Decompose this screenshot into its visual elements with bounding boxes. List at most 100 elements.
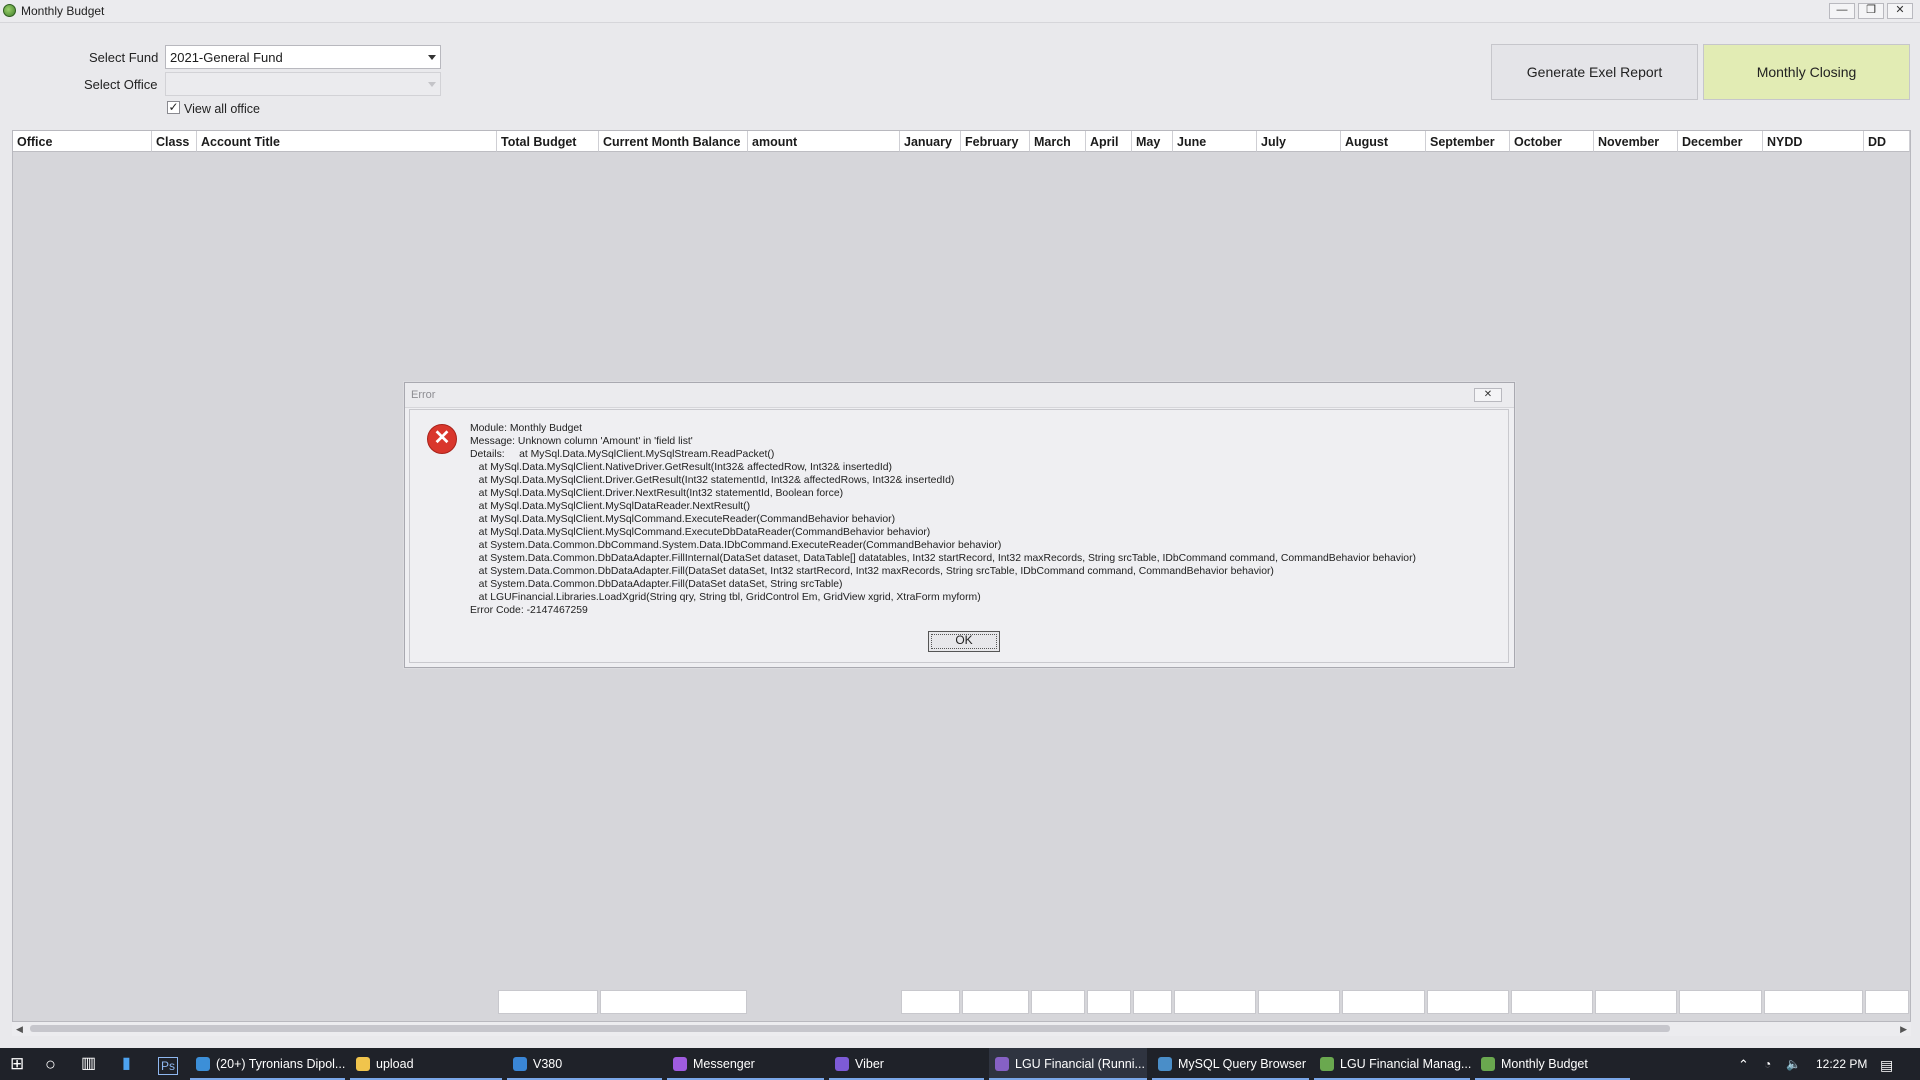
taskbar-item[interactable]: Monthly Budget [1475, 1048, 1630, 1080]
footer-summary-cell [1595, 990, 1677, 1014]
scrollbar-thumb[interactable] [30, 1025, 1670, 1032]
taskbar-item[interactable]: LGU Financial Manag... [1314, 1048, 1471, 1080]
taskbar-item-label: LGU Financial (Runni... [1015, 1057, 1145, 1071]
photoshop-icon[interactable]: Ps [158, 1057, 179, 1075]
taskbar-item[interactable]: upload [350, 1048, 502, 1080]
taskbar-item-label: Monthly Budget [1501, 1057, 1588, 1071]
column-header[interactable]: April [1086, 131, 1132, 152]
taskbar-item[interactable]: Messenger [667, 1048, 824, 1080]
error-message-line: at MySql.Data.MySqlClient.Driver.GetResu… [470, 475, 955, 486]
error-message-line: at MySql.Data.MySqlClient.MySqlCommand.E… [470, 514, 896, 525]
error-message-line: Module: Monthly Budget [470, 423, 583, 434]
view-all-office-label: View all office [184, 102, 260, 116]
error-message-line: at LGUFinancial.Libraries.LoadXgrid(Stri… [470, 592, 981, 603]
column-header[interactable]: Office [13, 131, 152, 152]
lgu-app-icon [1320, 1057, 1334, 1071]
generate-excel-report-button[interactable]: Generate Exel Report [1491, 44, 1698, 100]
scroll-right-icon[interactable]: ▶ [1900, 1024, 1907, 1035]
select-fund-label: Select Fund [89, 50, 159, 65]
taskbar: ⊞ ○ ▥ ▮ Ps (20+) Tyronians Dipol... uploa… [0, 1048, 1920, 1080]
fund-select-value: 2021-General Fund [170, 50, 283, 65]
taskbar-item-label: (20+) Tyronians Dipol... [216, 1057, 346, 1071]
windows-logo-icon[interactable]: ⊞ [10, 1055, 24, 1072]
dialog-body: ✕ Module: Monthly Budget Message: Unknown… [409, 409, 1509, 663]
column-header[interactable]: Total Budget [497, 131, 599, 152]
dialog-close-button[interactable]: ✕ [1474, 388, 1502, 402]
footer-summary-cell [600, 990, 747, 1014]
select-office-label: Select Office [84, 77, 158, 92]
footer-summary-cell [1342, 990, 1425, 1014]
horizontal-scrollbar[interactable]: ◀ ▶ [12, 1022, 1911, 1036]
taskbar-item[interactable]: (20+) Tyronians Dipol... [190, 1048, 345, 1080]
error-message-line: at MySql.Data.MySqlClient.NativeDriver.G… [470, 462, 892, 473]
footer-summary-cell [1865, 990, 1909, 1014]
column-header[interactable]: February [961, 131, 1030, 152]
taskbar-item-label: MySQL Query Browser [1178, 1057, 1307, 1071]
error-message-line: Message: Unknown column 'Amount' in 'fie… [470, 436, 693, 447]
office-select[interactable] [165, 72, 441, 96]
chevron-down-icon[interactable] [428, 55, 436, 60]
footer-summary-cell [498, 990, 598, 1014]
ok-button[interactable]: OK [928, 631, 1000, 652]
close-button[interactable]: ✕ [1887, 3, 1913, 19]
column-header[interactable]: August [1341, 131, 1426, 152]
monthly-closing-button[interactable]: Monthly Closing [1703, 44, 1910, 100]
taskbar-item[interactable]: Viber [829, 1048, 984, 1080]
fund-select[interactable]: 2021-General Fund [165, 45, 441, 69]
messenger-icon [673, 1057, 687, 1071]
footer-summary-cell [1511, 990, 1593, 1014]
viber-icon [835, 1057, 849, 1071]
footer-summary-cell [1427, 990, 1509, 1014]
chevron-down-icon[interactable] [428, 82, 436, 87]
volume-icon[interactable]: 🔈 [1786, 1057, 1801, 1071]
footer-summary-cell [901, 990, 960, 1014]
taskbar-item-label: Messenger [693, 1057, 755, 1071]
minimize-button[interactable]: — [1829, 3, 1855, 19]
column-header[interactable]: Current Month Balance [599, 131, 748, 152]
taskbar-item[interactable]: V380 [507, 1048, 662, 1080]
column-header[interactable]: June [1173, 131, 1257, 152]
column-header[interactable]: Account Title [197, 131, 497, 152]
window-title: Monthly Budget [21, 4, 105, 18]
column-header[interactable]: December [1678, 131, 1763, 152]
footer-summary-cell [1764, 990, 1863, 1014]
search-icon[interactable]: ○ [45, 1055, 56, 1073]
footer-summary-cell [1087, 990, 1131, 1014]
column-header[interactable]: October [1510, 131, 1594, 152]
error-message-line: at System.Data.Common.DbDataAdapter.Fill… [470, 553, 1416, 564]
app-logo-icon [3, 4, 16, 17]
column-header[interactable]: DD [1864, 131, 1910, 152]
column-header[interactable]: NYDD [1763, 131, 1864, 152]
network-icon[interactable]: ◔ [1764, 1057, 1771, 1071]
edge-browser-icon [196, 1057, 210, 1071]
view-all-office-checkbox[interactable]: ✓ [167, 101, 180, 114]
notifications-icon[interactable]: ▤ [1880, 1057, 1893, 1074]
footer-summary-cell [1174, 990, 1256, 1014]
clock[interactable]: 12:22 PM [1816, 1057, 1867, 1071]
column-header[interactable]: September [1426, 131, 1510, 152]
maximize-button[interactable]: ❐ [1858, 3, 1884, 19]
footer-summary-cell [962, 990, 1029, 1014]
column-header[interactable]: January [900, 131, 961, 152]
show-hidden-icons-icon[interactable]: ⌃ [1738, 1057, 1749, 1073]
error-message-line: at System.Data.Common.DbDataAdapter.Fill… [470, 579, 843, 590]
title-bar: Monthly Budget — ❐ ✕ [0, 0, 1920, 23]
taskbar-item[interactable]: LGU Financial (Runni... [989, 1048, 1147, 1080]
taskbar-item-label: V380 [533, 1057, 563, 1071]
column-header[interactable]: May [1132, 131, 1173, 152]
taskbar-item[interactable]: MySQL Query Browser [1152, 1048, 1309, 1080]
column-header[interactable]: Class [152, 131, 197, 152]
column-header[interactable]: amount [748, 131, 900, 152]
error-message-line: at MySql.Data.MySqlClient.Driver.NextRes… [470, 488, 844, 499]
column-header[interactable]: July [1257, 131, 1341, 152]
pinned-app-icon[interactable]: ▮ [122, 1056, 131, 1072]
scroll-left-icon[interactable]: ◀ [16, 1024, 23, 1035]
task-view-icon[interactable]: ▥ [81, 1056, 96, 1072]
error-message-line: at System.Data.Common.DbCommand.System.D… [470, 540, 1002, 551]
error-message-line: at MySql.Data.MySqlClient.MySqlDataReade… [470, 501, 751, 512]
column-header[interactable]: March [1030, 131, 1086, 152]
error-icon: ✕ [427, 424, 457, 454]
lgu-app-icon [1481, 1057, 1495, 1071]
column-header[interactable]: November [1594, 131, 1678, 152]
error-message-line: at MySql.Data.MySqlClient.MySqlCommand.E… [470, 527, 931, 538]
